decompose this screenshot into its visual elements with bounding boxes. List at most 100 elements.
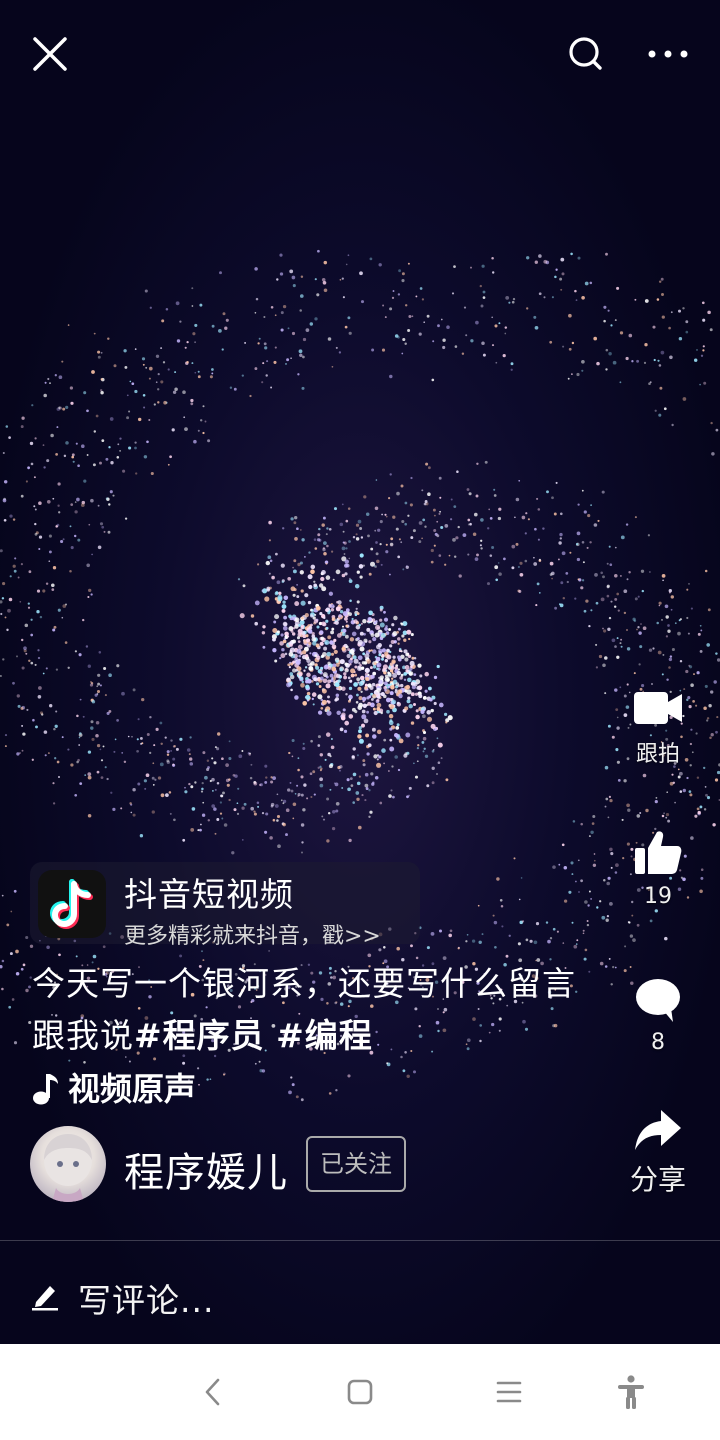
close-button[interactable] [26,30,74,78]
star-particle [164,736,167,739]
star-particle [689,793,693,797]
star-particle [431,749,435,753]
star-particle [288,751,291,755]
star-particle [157,776,162,780]
star-particle [438,476,442,480]
menu-button[interactable] [489,1372,529,1412]
star-particle [603,629,607,633]
star-particle [149,306,152,309]
star-particle [347,1074,351,1078]
star-particle [281,608,286,613]
star-particle [702,349,705,352]
more-button[interactable] [644,30,692,78]
star-particle [96,685,99,688]
star-particle [581,295,585,300]
star-particle [480,539,483,542]
douyin-promo-card[interactable]: 抖音短视频 更多精彩就来抖音，戳>> [30,862,420,949]
star-particle [410,536,414,540]
star-particle [602,575,605,579]
star-particle [590,504,592,506]
star-particle [42,589,46,593]
star-particle [344,559,349,564]
star-particle [587,904,590,907]
star-particle [379,542,382,546]
duet-button[interactable]: 跟拍 [608,686,708,768]
star-particle [114,738,117,741]
star-particle [678,309,681,313]
hashtag-coding[interactable]: #编程 [276,1016,373,1055]
comment-button[interactable]: 8 [608,976,708,1055]
star-particle [134,348,137,350]
star-particle [194,781,197,784]
star-particle [11,998,15,1001]
star-particle [383,617,389,622]
star-particle [264,780,268,784]
star-particle [119,437,122,440]
star-particle [343,553,346,555]
star-particle [491,546,495,549]
music-info[interactable]: 视频原声 [32,1064,196,1110]
like-button[interactable]: 19 [608,828,708,909]
star-particle [350,784,354,787]
star-particle [376,702,382,708]
star-particle [661,618,663,621]
follow-status-badge[interactable]: 已关注 [306,1136,406,1192]
star-particle [319,630,324,635]
star-particle [21,666,25,670]
star-particle [206,759,210,762]
star-particle [214,788,217,791]
star-particle [331,677,334,680]
star-particle [364,783,369,788]
star-particle [150,471,154,476]
avatar[interactable] [30,1126,106,1202]
star-particle [97,545,102,550]
star-particle [91,370,95,374]
star-particle [571,341,575,345]
accessibility-button[interactable] [611,1372,651,1412]
star-particle [377,696,381,699]
star-particle [401,519,405,524]
star-particle [128,410,131,413]
home-button[interactable] [340,1372,380,1412]
back-button[interactable] [194,1372,234,1412]
star-particle [560,288,563,291]
star-particle [426,710,431,715]
star-particle [329,673,334,678]
hashtag-programmer[interactable]: #程序员 [134,1016,265,1055]
author-name[interactable]: 程序媛儿 [124,1140,288,1198]
star-particle [202,431,205,435]
star-particle [367,743,372,748]
star-particle [1,959,5,963]
star-particle [372,781,375,784]
star-particle [198,1083,200,1086]
star-particle [1,597,5,600]
star-particle [17,704,21,708]
star-particle [608,957,611,960]
star-particle [282,527,285,530]
star-particle [388,770,390,772]
star-particle [424,754,429,758]
star-particle [356,677,361,682]
star-particle [643,361,647,364]
search-button[interactable] [562,30,610,78]
star-particle [53,625,57,629]
star-particle [339,668,343,672]
star-particle [56,760,60,764]
star-particle [504,326,508,329]
star-particle [116,456,120,459]
star-particle [536,497,539,500]
share-button[interactable]: 分享 [608,1108,708,1198]
star-particle [494,565,499,570]
star-particle [120,807,123,810]
star-particle [348,579,353,583]
star-particle [491,257,494,260]
star-particle [58,776,60,778]
star-particle [710,690,714,694]
star-particle [606,562,609,565]
star-particle [368,640,372,644]
star-particle [422,518,426,522]
star-particle [70,503,74,506]
star-particle [443,712,448,717]
star-particle [316,538,321,542]
star-particle [289,672,294,676]
